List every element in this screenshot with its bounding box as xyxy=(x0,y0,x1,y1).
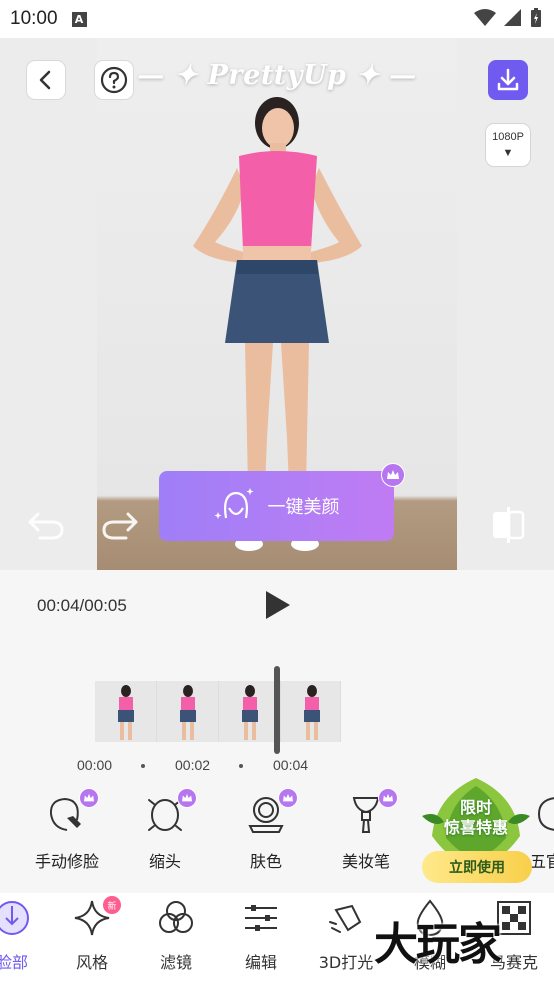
total-time: 00:05 xyxy=(84,596,127,615)
nav-label: 脸部 xyxy=(0,953,28,972)
manual-face-icon xyxy=(47,788,99,834)
promo-title: 限时 惊喜特惠 xyxy=(414,798,538,838)
tool-makeup-brush[interactable]: 美妆笔 xyxy=(317,788,415,872)
resolution-selector[interactable]: 1080P ▼ xyxy=(485,123,531,167)
tool-label: 美妆笔 xyxy=(341,852,390,871)
play-button[interactable] xyxy=(262,589,292,621)
one-tap-beauty-button[interactable]: 一键美颜 xyxy=(159,471,394,541)
tool-label: 肤色 xyxy=(249,852,282,871)
undo-icon[interactable] xyxy=(26,508,66,542)
back-button[interactable] xyxy=(26,60,66,100)
save-button[interactable] xyxy=(488,60,528,100)
timeline-playhead[interactable] xyxy=(274,666,280,754)
nav-item-edit[interactable]: 编辑 xyxy=(219,898,303,973)
beauty-face-icon xyxy=(214,488,253,519)
promo-title-line1: 限时 xyxy=(459,798,492,817)
current-time: 00:04 xyxy=(37,596,80,615)
nav-item-filter[interactable]: 滤镜 xyxy=(134,898,218,973)
tool-label: 手动修脸 xyxy=(34,852,99,871)
premium-crown-icon xyxy=(381,463,405,487)
watermark: 大玩家 xyxy=(374,919,502,970)
nav-item-style[interactable]: 新 风格 xyxy=(50,895,134,973)
resolution-label: 1080P xyxy=(492,131,524,143)
help-icon xyxy=(100,66,128,94)
chevron-left-icon xyxy=(39,70,51,90)
tool-label: 缩头 xyxy=(148,852,181,871)
tool-shrink-head[interactable]: 缩头 xyxy=(116,788,214,872)
wifi-icon xyxy=(474,9,496,26)
battery-icon xyxy=(531,8,541,27)
playback-time: 00:04/00:05 xyxy=(37,596,127,616)
help-button[interactable] xyxy=(94,60,134,100)
video-preview: — ✦ PrettyUp ✦ — 1080P ▼ 一键美颜 xyxy=(0,38,554,570)
tool-skin-tone[interactable]: 肤色 xyxy=(217,788,315,872)
one-tap-beauty-label: 一键美颜 xyxy=(267,497,340,518)
timeline-frame xyxy=(157,681,219,742)
timeline-strip[interactable] xyxy=(95,681,341,742)
timeline-tick: 00:04 xyxy=(273,757,309,773)
download-icon xyxy=(497,68,519,91)
nav-label: 风格 xyxy=(75,953,108,972)
timeline-frame xyxy=(95,681,157,742)
new-badge: 新 xyxy=(102,895,122,915)
use-now-button[interactable]: 立即使用 xyxy=(422,851,532,883)
makeup-brush-icon xyxy=(346,788,398,834)
filter-icon xyxy=(156,898,196,938)
signal-icon xyxy=(504,9,521,26)
timeline-tick: 00:00 xyxy=(77,757,113,773)
nav-item-face[interactable]: 脸部 xyxy=(0,898,54,973)
sparkle-icon: 新 xyxy=(72,895,122,938)
status-bar: 10:00 A xyxy=(0,0,554,38)
premium-crown-icon xyxy=(177,788,197,808)
timeline-dot xyxy=(141,764,145,768)
premium-crown-icon xyxy=(378,788,398,808)
video-editor-screen: 10:00 A — ✦ PrettyUp ✦ — 1080P ▼ 一键美颜 00… xyxy=(0,0,554,985)
face-icon xyxy=(0,898,32,938)
status-time: 10:00 xyxy=(10,8,58,29)
premium-crown-icon xyxy=(278,788,298,808)
skin-tone-icon xyxy=(246,788,298,834)
sliders-icon xyxy=(241,898,281,938)
lighting-icon xyxy=(326,898,366,938)
limited-offer-promo[interactable]: 限时 惊喜特惠 立即使用 xyxy=(414,776,538,892)
timeline-frame xyxy=(281,681,341,742)
nav-label: 滤镜 xyxy=(159,953,192,972)
chevron-down-icon: ▼ xyxy=(502,147,514,159)
mosaic-icon xyxy=(494,898,534,938)
tool-manual-face[interactable]: 手动修脸 xyxy=(18,788,116,872)
notification-icon: A xyxy=(71,11,87,27)
status-icons xyxy=(474,8,542,28)
promo-title-line2: 惊喜特惠 xyxy=(443,818,508,837)
premium-crown-icon xyxy=(79,788,99,808)
compare-icon[interactable] xyxy=(490,506,526,546)
nav-label: 编辑 xyxy=(244,953,277,972)
shrink-head-icon xyxy=(145,788,197,834)
timeline-dot xyxy=(239,764,243,768)
timeline-tick: 00:02 xyxy=(175,757,211,773)
redo-icon[interactable] xyxy=(100,508,140,542)
timeline-frame xyxy=(219,681,281,742)
